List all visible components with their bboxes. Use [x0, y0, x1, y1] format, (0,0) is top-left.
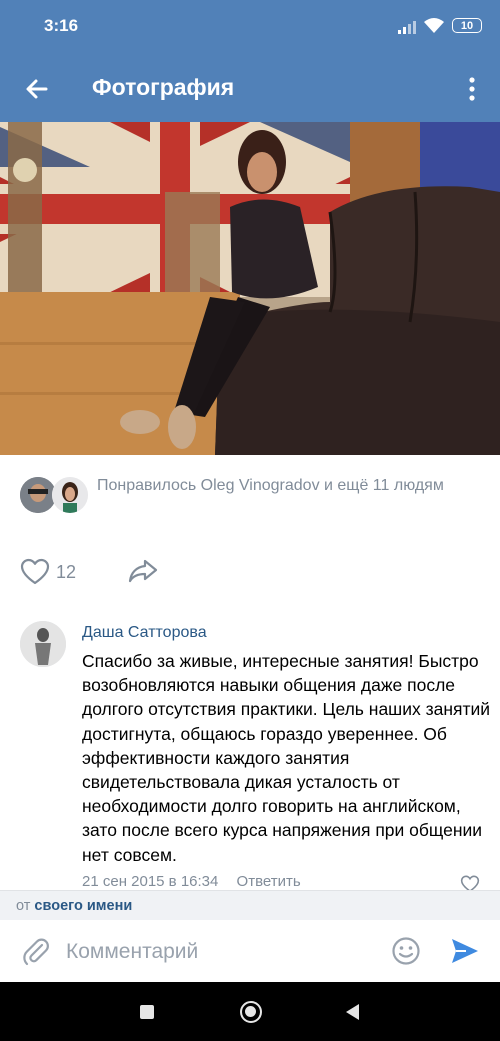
page-title: Фотография: [92, 74, 235, 100]
heart-icon: [20, 558, 50, 585]
reply-button[interactable]: Ответить: [237, 873, 301, 890]
system-nav-bar: [0, 982, 500, 1041]
app-bar: Фотография: [0, 54, 500, 122]
likes-text: Понравилось Oleg Vinogradov и ещё 11 люд…: [97, 477, 444, 494]
comment-text: Спасибо за живые, интересные занятия! Бы…: [82, 651, 491, 865]
attach-icon[interactable]: [22, 936, 50, 966]
recents-button[interactable]: [140, 1005, 154, 1019]
share-icon[interactable]: [128, 558, 158, 584]
comment-author[interactable]: Даша Сатторова: [82, 624, 207, 642]
avatar[interactable]: [52, 477, 88, 513]
avatar[interactable]: [20, 477, 56, 513]
comment: Даша Сатторова Спасибо за живые, интерес…: [0, 615, 500, 890]
emoji-icon[interactable]: [391, 936, 421, 966]
more-vert-icon[interactable]: [460, 74, 484, 104]
comment-date: 21 сен 2015 в 16:34: [82, 873, 219, 890]
comment-input[interactable]: [64, 932, 378, 972]
main-photo[interactable]: [0, 122, 500, 455]
system-back-button[interactable]: [346, 1004, 359, 1020]
like-count: 12: [56, 561, 77, 582]
back-arrow-icon[interactable]: [22, 74, 52, 104]
comment-input-bar: [0, 920, 500, 982]
likes-summary[interactable]: Понравилось Oleg Vinogradov и ещё 11 люд…: [0, 465, 500, 525]
post-actions: 12: [0, 550, 500, 594]
post-as-bar: от своего имени: [0, 890, 500, 921]
avatar[interactable]: [20, 621, 66, 667]
heart-icon[interactable]: [460, 875, 480, 890]
photo-image: [0, 122, 500, 455]
battery-icon: 10: [452, 18, 482, 33]
comment-meta: 21 сен 2015 в 16:34 Ответить: [82, 873, 301, 890]
send-icon[interactable]: [450, 936, 480, 966]
like-button[interactable]: 12: [20, 556, 76, 588]
wifi-icon: [424, 18, 444, 33]
status-bar: 3:16 10: [0, 0, 500, 54]
home-button[interactable]: [240, 1001, 262, 1023]
post-as-prefix: от: [16, 898, 31, 914]
signal-icon: [398, 21, 416, 34]
status-time: 3:16: [44, 16, 79, 35]
post-as-link[interactable]: своего имени: [34, 898, 132, 914]
